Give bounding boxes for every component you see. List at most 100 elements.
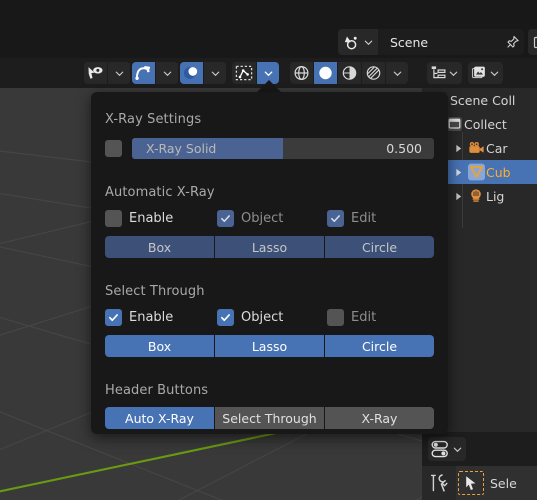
shading-solid-button[interactable] [314, 62, 337, 84]
select-through-box-button[interactable]: Box [105, 335, 215, 357]
rendered-icon [366, 66, 381, 80]
scene-datablock-button[interactable] [338, 29, 378, 55]
proportional-editing-toggle[interactable] [180, 62, 203, 84]
select-box-cursor-icon[interactable] [458, 471, 484, 495]
outliner-filter-button[interactable] [468, 62, 503, 84]
duplicate-icon [533, 35, 537, 49]
chevron-down-icon [453, 447, 462, 452]
chevron-down-icon [364, 40, 373, 45]
pin-icon [506, 35, 519, 48]
auto-xray-box-button[interactable]: Box [105, 236, 215, 258]
auto-xray-object-label: Object [241, 211, 284, 226]
auto-xray-enable-checkbox-cell[interactable]: Enable [105, 210, 217, 227]
outliner-row-label: Lig [486, 188, 505, 204]
select-through-button-row[interactable]: Box Lasso Circle [105, 335, 434, 357]
select-through-lasso-button[interactable]: Lasso [215, 335, 325, 357]
select-through-toggle[interactable] [232, 62, 256, 84]
snapping-dropdown[interactable] [156, 62, 178, 84]
scene-selector[interactable]: Scene [338, 29, 537, 55]
select-through-icon [235, 65, 253, 81]
section-title-select-through: Select Through [105, 284, 205, 299]
select-through-object-checkbox-cell[interactable]: Object [217, 309, 327, 326]
select-through-object-checkbox[interactable] [217, 309, 234, 326]
header-auto-xray-button[interactable]: Auto X-Ray [105, 407, 215, 429]
active-tool-header: Sele [458, 470, 517, 496]
select-through-edit-checkbox-cell[interactable]: Edit [327, 309, 376, 326]
select-through-checkbox-row: Enable Object Edit [105, 309, 434, 326]
header-select-through-button[interactable]: Select Through [215, 407, 325, 429]
disclosure-triangle-closed-icon[interactable] [450, 192, 466, 201]
auto-xray-circle-button[interactable]: Circle [325, 236, 434, 258]
chevron-down-icon [449, 71, 458, 76]
shading-dropdown[interactable] [386, 62, 408, 84]
auto-xray-object-checkbox[interactable] [217, 210, 234, 227]
automatic-xray-checkbox-row: Enable Object Edit [105, 210, 434, 227]
auto-xray-enable-label: Enable [129, 211, 174, 226]
proportional-editing-group[interactable] [180, 62, 226, 84]
camera-icon [466, 141, 486, 156]
xray-settings-popup[interactable]: X-Ray Settings X-Ray Solid 0.500 Automat… [91, 92, 448, 434]
header-xray-button[interactable]: X-Ray [325, 407, 434, 429]
select-through-edit-label: Edit [351, 310, 377, 325]
proportional-editing-dropdown[interactable] [204, 62, 226, 84]
xray-solid-value: 0.500 [386, 141, 422, 156]
xray-solid-row[interactable]: X-Ray Solid 0.500 [105, 138, 434, 159]
image-stack-icon [471, 66, 485, 79]
disclosure-triangle-closed-icon[interactable] [450, 168, 466, 177]
chevron-down-icon [264, 70, 272, 76]
xray-solid-label: X-Ray Solid [146, 141, 217, 156]
new-scene-button[interactable] [528, 29, 537, 55]
light-icon [466, 188, 486, 204]
chevron-down-icon [490, 71, 499, 76]
outliner-row-label: Cub [486, 164, 511, 180]
editor-type-button[interactable] [428, 437, 466, 461]
chevron-down-icon [163, 71, 171, 76]
pin-scene-button[interactable] [500, 29, 524, 55]
auto-xray-object-checkbox-cell[interactable]: Object [217, 210, 327, 227]
wireframe-icon [294, 65, 309, 81]
properties-tab-tool[interactable] [422, 466, 456, 500]
outliner-row-label: Scene Coll [450, 92, 516, 108]
material-preview-icon [342, 66, 357, 80]
select-through-edit-checkbox[interactable] [327, 309, 344, 326]
auto-xray-edit-label: Edit [351, 211, 377, 226]
header-buttons-row[interactable]: Auto X-Ray Select Through X-Ray [105, 407, 434, 429]
section-title-header-buttons: Header Buttons [105, 383, 209, 398]
select-through-circle-button[interactable]: Circle [325, 335, 434, 357]
select-through-enable-checkbox-cell[interactable]: Enable [105, 309, 217, 326]
snapping-group[interactable] [132, 62, 178, 84]
outliner-header [422, 58, 537, 88]
cursor-eye-icon [88, 66, 103, 79]
auto-xray-lasso-button[interactable]: Lasso [215, 236, 325, 258]
blender-window: Scene Scene Coll Collect Car Cub Lig Sel… [0, 0, 537, 500]
visibility-button[interactable] [84, 62, 107, 84]
shading-material-button[interactable] [338, 62, 361, 84]
snap-magnet-icon [135, 66, 151, 80]
select-through-object-label: Object [241, 310, 284, 325]
chevron-down-icon [393, 71, 401, 76]
xray-solid-slider[interactable]: X-Ray Solid 0.500 [132, 138, 434, 159]
chevron-down-icon [115, 71, 123, 76]
solid-sphere-icon [319, 66, 332, 80]
snapping-toggle[interactable] [132, 62, 155, 84]
select-through-enable-label: Enable [129, 310, 174, 325]
section-title-xray-settings: X-Ray Settings [105, 112, 202, 127]
disclosure-triangle-closed-icon[interactable] [450, 144, 466, 153]
active-tool-label: Sele [490, 475, 517, 491]
shading-wireframe-button[interactable] [290, 62, 313, 84]
shading-modes-group[interactable] [290, 62, 408, 84]
auto-xray-edit-checkbox-cell[interactable]: Edit [327, 210, 376, 227]
outliner-row-label: Collect [464, 116, 507, 132]
auto-xray-enable-checkbox[interactable] [105, 210, 122, 227]
shading-rendered-button[interactable] [362, 62, 385, 84]
visibility-group[interactable] [84, 62, 130, 84]
proportional-edit-icon [183, 67, 198, 79]
visibility-dropdown[interactable] [108, 62, 130, 84]
xray-solid-checkbox[interactable] [105, 140, 122, 157]
select-through-enable-checkbox[interactable] [105, 309, 122, 326]
scene-name-field[interactable]: Scene [378, 29, 500, 55]
outliner-display-mode-button[interactable] [427, 62, 462, 84]
scene-icon [344, 36, 357, 49]
automatic-xray-button-row[interactable]: Box Lasso Circle [105, 236, 434, 258]
auto-xray-edit-checkbox[interactable] [327, 210, 344, 227]
